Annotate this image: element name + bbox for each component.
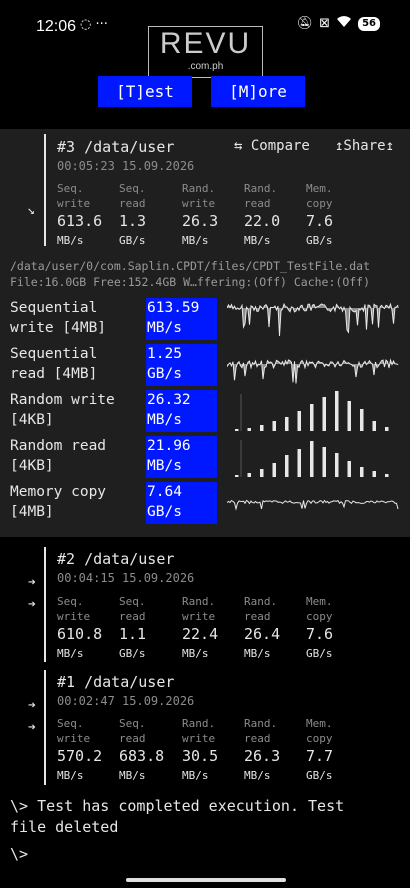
gesture-nav-bar[interactable]	[126, 878, 286, 882]
metric-unit: MB/s	[244, 647, 271, 660]
run-2-compare-arrow-icon[interactable]: ➔	[28, 597, 36, 612]
throughput-graph	[235, 391, 389, 431]
metric-label: Mem. copy	[306, 182, 333, 210]
test-name: Sequential read [4MB]	[10, 346, 98, 382]
metric-value: 26.4	[244, 625, 281, 643]
run-3-timestamp: 00:05:23 15.09.2026	[57, 159, 195, 173]
result-value-box: 7.64 GB/s	[146, 482, 217, 524]
system-icons: 🔕︎ ⊠ 56	[297, 15, 380, 32]
test-file-details: File:16.0GB Free:152.4GB W…ffering:(Off)…	[10, 275, 371, 289]
metric-value: 26.3	[182, 212, 219, 230]
completion-message: \> Test has completed execution. Test fi…	[10, 797, 345, 836]
metric-label: Rand. write	[182, 595, 216, 623]
run-3-indicator-bar	[44, 134, 46, 246]
metric-unit: MB/s	[57, 647, 84, 660]
metric-value: 26.3	[244, 747, 281, 765]
run-2-timestamp: 00:04:15 15.09.2026	[57, 571, 195, 585]
run-1-compare-arrow-icon[interactable]: ➔	[28, 720, 36, 735]
metric-label: Seq. write	[57, 595, 91, 623]
run-2-title[interactable]: #2 /data/user	[57, 550, 174, 568]
metric-unit: MB/s	[182, 647, 209, 660]
result-value-box: 613.59 MB/s	[146, 298, 217, 340]
metric-value: 22.0	[244, 212, 281, 230]
run-3-title[interactable]: #3 /data/user	[57, 138, 174, 156]
compare-button[interactable]: ⇆ Compare	[234, 138, 310, 154]
run-1-select-arrow-icon[interactable]: ➔	[28, 698, 36, 713]
test-file-info: /data/user/0/com.Saplin.CPDT/files/CPDT_…	[10, 258, 370, 290]
metric-value: 610.8	[57, 625, 103, 643]
metric-unit: GB/s	[306, 234, 333, 247]
run-2-select-arrow-icon[interactable]: ➔	[28, 575, 36, 590]
metric-unit: MB/s	[57, 769, 84, 782]
metric-value: 1.1	[119, 625, 147, 643]
metric-label: Seq. write	[57, 717, 91, 745]
metric-value: 683.8	[119, 747, 165, 765]
watermark-logo: REVU .com.ph	[148, 26, 263, 78]
metric-label: Seq. read	[119, 182, 146, 210]
notification-icons: ◌ ···	[80, 17, 108, 32]
metric-value: 22.4	[182, 625, 219, 643]
test-button[interactable]: [T]est	[98, 76, 192, 107]
metric-label: Seq. read	[119, 595, 146, 623]
metric-value: 7.6	[306, 625, 334, 643]
status-time: 12:06	[36, 18, 77, 35]
throughput-graph	[235, 440, 389, 477]
metric-unit: GB/s	[306, 769, 333, 782]
no-sim-icon: ⊠	[319, 16, 331, 31]
metric-label: Seq. write	[57, 182, 91, 210]
battery-icon: 56	[358, 16, 380, 31]
metric-label: Seq. read	[119, 717, 146, 745]
metric-value: 570.2	[57, 747, 103, 765]
metric-unit: MB/s	[182, 234, 209, 247]
result-value-box: 1.25 GB/s	[146, 344, 217, 386]
metric-value: 7.7	[306, 747, 334, 765]
metric-unit: MB/s	[182, 769, 209, 782]
test-name: Random write [4KB]	[10, 392, 115, 428]
share-button[interactable]: ↥Share↥	[335, 138, 394, 154]
metric-value: 1.3	[119, 212, 147, 230]
metric-unit: GB/s	[119, 647, 146, 660]
throughput-graph	[227, 499, 399, 511]
metric-label: Rand. read	[244, 595, 278, 623]
metric-value: 7.6	[306, 212, 334, 230]
metric-label: Mem. copy	[306, 717, 333, 745]
metric-value: 613.6	[57, 212, 103, 230]
metric-label: Mem. copy	[306, 595, 333, 623]
more-button[interactable]: [M]ore	[211, 76, 305, 107]
test-name: Memory copy [4MB]	[10, 484, 107, 520]
test-file-path: /data/user/0/com.Saplin.CPDT/files/CPDT_…	[10, 259, 371, 273]
metric-unit: GB/s	[119, 234, 146, 247]
test-name: Sequential write [4MB]	[10, 300, 107, 336]
run-1-timestamp: 00:02:47 15.09.2026	[57, 694, 195, 708]
throughput-graph	[227, 358, 399, 384]
run-1-indicator-bar	[44, 670, 46, 785]
mute-icon: 🔕︎	[296, 16, 314, 31]
metric-label: Rand. read	[244, 717, 278, 745]
test-name: Random read [4KB]	[10, 438, 107, 474]
wifi-icon	[336, 15, 352, 32]
result-value-box: 21.96 MB/s	[146, 436, 217, 478]
result-value-box: 26.32 MB/s	[146, 390, 217, 432]
run-1-title[interactable]: #1 /data/user	[57, 673, 174, 691]
metric-unit: MB/s	[57, 234, 84, 247]
metric-unit: MB/s	[244, 769, 271, 782]
metric-value: 30.5	[182, 747, 219, 765]
metric-unit: GB/s	[306, 647, 333, 660]
command-prompt[interactable]: \>	[10, 845, 28, 863]
metric-label: Rand. write	[182, 182, 216, 210]
metric-label: Rand. write	[182, 717, 216, 745]
metric-unit: MB/s	[244, 234, 271, 247]
metric-unit: MB/s	[119, 769, 146, 782]
collapse-arrow-icon[interactable]: ↘	[27, 203, 35, 218]
metric-label: Rand. read	[244, 182, 278, 210]
throughput-graph	[227, 302, 399, 337]
run-2-indicator-bar	[44, 547, 46, 662]
